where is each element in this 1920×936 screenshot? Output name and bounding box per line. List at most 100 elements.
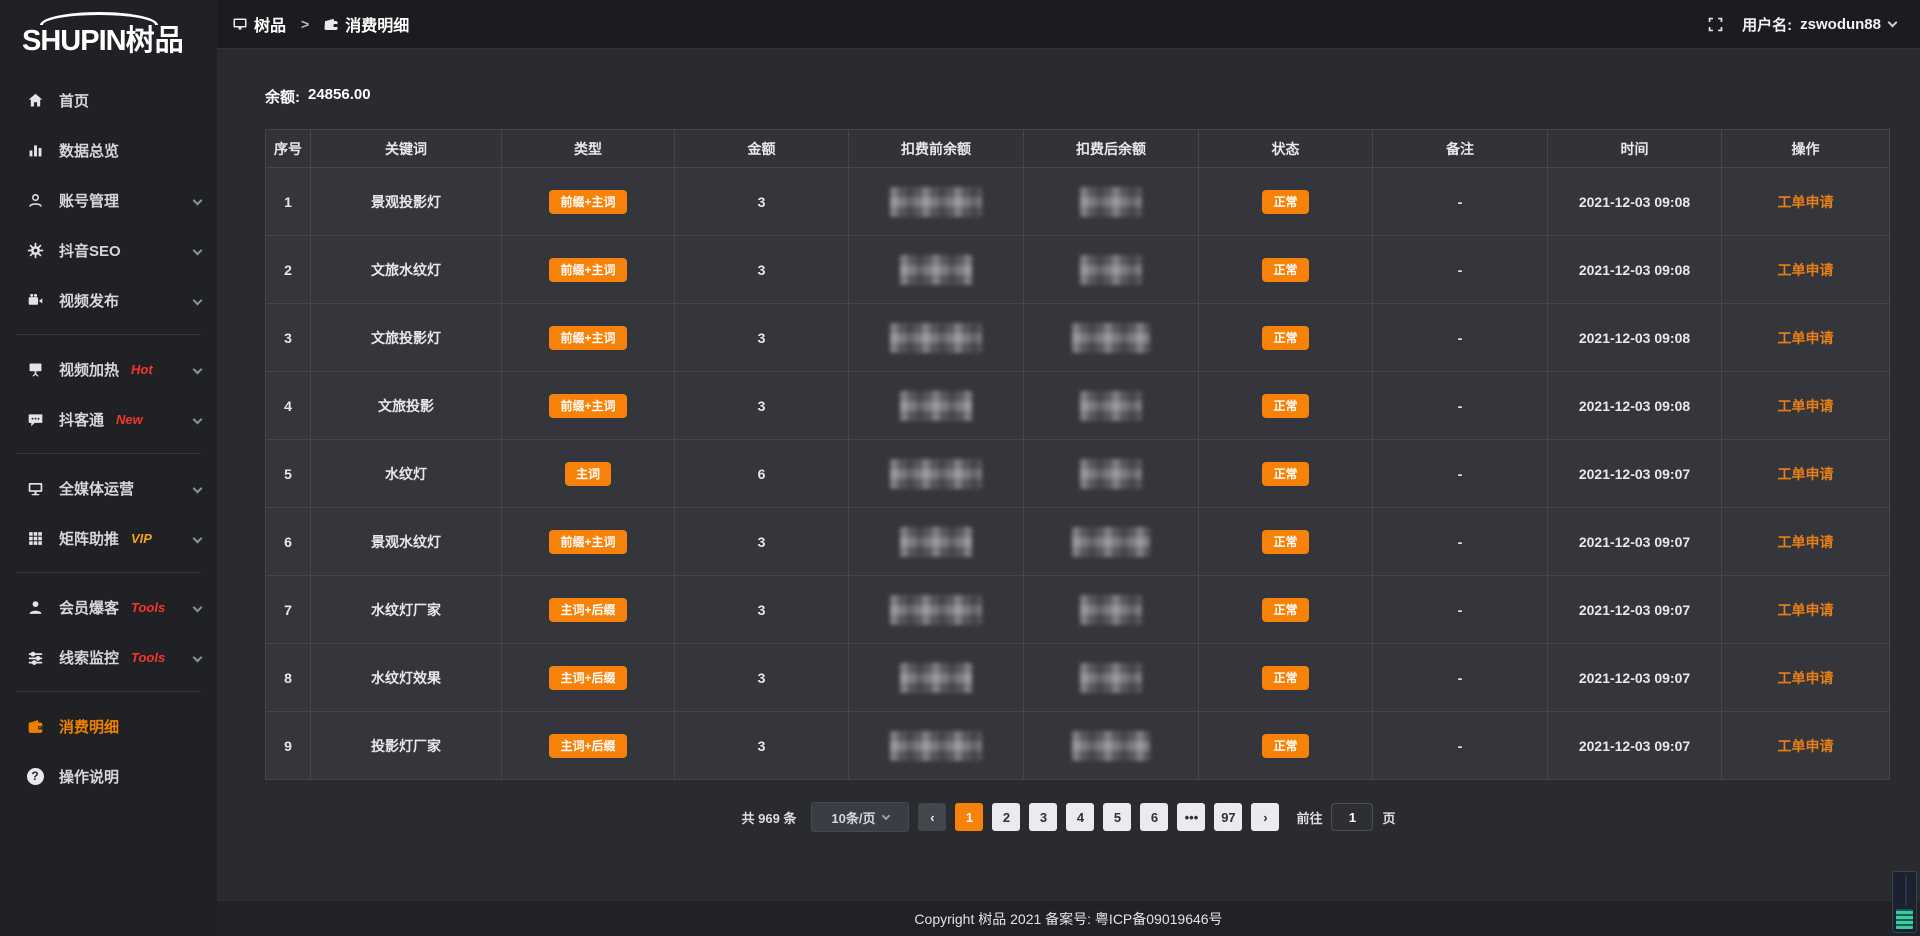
cell-remark: - xyxy=(1373,440,1548,508)
work-order-link[interactable]: 工单申请 xyxy=(1778,398,1834,414)
table-row: 5 水纹灯 主词 6 正常 - 2021-12-03 09:07 工单申请 xyxy=(266,440,1890,508)
page-button-2[interactable]: 2 xyxy=(992,803,1020,831)
brand-name-cn: 树品 xyxy=(126,25,184,57)
sidebar-item-member-burst[interactable]: 会员爆客 Tools xyxy=(0,582,217,632)
chevron-down-icon xyxy=(194,598,201,616)
sidebar-item-label: 抖音SEO xyxy=(59,240,121,261)
work-order-link[interactable]: 工单申请 xyxy=(1778,670,1834,686)
status-badge: 正常 xyxy=(1262,462,1308,486)
cell-amount: 3 xyxy=(675,168,849,236)
status-badge: 正常 xyxy=(1262,394,1308,418)
corner-widget-track xyxy=(1905,876,1913,906)
table-row: 1 景观投影灯 前缀+主词 3 正常 - 2021-12-03 09:08 工单… xyxy=(266,168,1890,236)
type-badge: 主词+后缀 xyxy=(549,666,626,690)
cell-keyword: 景观投影灯 xyxy=(311,168,502,236)
chevron-down-icon xyxy=(882,812,890,820)
work-order-link[interactable]: 工单申请 xyxy=(1778,262,1834,278)
masked-balance-before xyxy=(900,527,972,557)
chevron-down-icon xyxy=(194,191,201,209)
cell-no: 3 xyxy=(266,304,311,372)
sidebar-item-account-management[interactable]: 账号管理 xyxy=(0,175,217,225)
grid-icon xyxy=(26,529,44,547)
sidebar-item-data-overview[interactable]: 数据总览 xyxy=(0,125,217,175)
table-row: 2 文旅水纹灯 前缀+主词 3 正常 - 2021-12-03 09:08 工单… xyxy=(266,236,1890,304)
hot-badge: Hot xyxy=(131,362,153,377)
table-row: 7 水纹灯厂家 主词+后缀 3 正常 - 2021-12-03 09:07 工单… xyxy=(266,576,1890,644)
table-row: 9 投影灯厂家 主词+后缀 3 正常 - 2021-12-03 09:07 工单… xyxy=(266,712,1890,780)
sidebar-item-instructions[interactable]: ? 操作说明 xyxy=(0,751,217,801)
member-icon xyxy=(26,598,44,616)
more-pages-button[interactable]: ••• xyxy=(1177,803,1205,831)
tools-badge: Tools xyxy=(131,600,165,615)
sidebar-item-lead-monitor[interactable]: 线索监控 Tools xyxy=(0,632,217,682)
work-order-link[interactable]: 工单申请 xyxy=(1778,330,1834,346)
col-header-remark: 备注 xyxy=(1373,130,1548,168)
breadcrumb-separator: > xyxy=(301,16,309,32)
work-order-link[interactable]: 工单申请 xyxy=(1778,466,1834,482)
type-badge: 前缀+主词 xyxy=(549,258,626,282)
corner-widget xyxy=(1892,871,1917,933)
cell-remark: - xyxy=(1373,712,1548,780)
page-button-6[interactable]: 6 xyxy=(1140,803,1168,831)
type-badge: 前缀+主词 xyxy=(549,326,626,350)
sidebar-item-label: 消费明细 xyxy=(59,716,119,737)
cell-amount: 6 xyxy=(675,440,849,508)
cell-time: 2021-12-03 09:07 xyxy=(1548,576,1722,644)
monitor-icon xyxy=(26,479,44,497)
table-row: 4 文旅投影 前缀+主词 3 正常 - 2021-12-03 09:08 工单申… xyxy=(266,372,1890,440)
status-badge: 正常 xyxy=(1262,326,1308,350)
balance-label: 余额: xyxy=(265,86,300,107)
breadcrumb-root[interactable]: 树品 xyxy=(254,12,286,36)
col-header-balance-before: 扣费前余额 xyxy=(849,130,1024,168)
username: zswodun88 xyxy=(1800,16,1881,33)
corner-widget-bars xyxy=(1896,909,1913,929)
sidebar-item-label: 会员爆客 xyxy=(59,597,119,618)
user-menu[interactable]: 用户名: zswodun88 xyxy=(1742,14,1896,35)
work-order-link[interactable]: 工单申请 xyxy=(1778,534,1834,550)
footer: Copyright 树品 2021 备案号: 粤ICP备09019646号 xyxy=(217,900,1920,936)
sidebar-item-douyin-seo[interactable]: 抖音SEO xyxy=(0,225,217,275)
cell-amount: 3 xyxy=(675,508,849,576)
sidebar-item-label: 视频发布 xyxy=(59,290,119,311)
masked-balance-after xyxy=(1080,187,1142,217)
goto-page-input[interactable] xyxy=(1331,803,1373,831)
col-header-type: 类型 xyxy=(502,130,675,168)
cell-keyword: 水纹灯效果 xyxy=(311,644,502,712)
sidebar-item-video-publish[interactable]: 视频发布 xyxy=(0,275,217,325)
type-badge: 前缀+主词 xyxy=(549,190,626,214)
masked-balance-after xyxy=(1080,391,1142,421)
sidebar-item-consumption-detail[interactable]: 消费明细 xyxy=(0,701,217,751)
sidebar-item-video-heat[interactable]: 视频加热 Hot xyxy=(0,344,217,394)
prev-page-button[interactable]: ‹ xyxy=(918,803,946,831)
goto-suffix: 页 xyxy=(1382,808,1395,827)
page-button-4[interactable]: 4 xyxy=(1066,803,1094,831)
chevron-down-icon xyxy=(194,291,201,309)
sidebar-divider xyxy=(16,453,201,454)
page-button-97[interactable]: 97 xyxy=(1214,803,1242,831)
cell-keyword: 水纹灯 xyxy=(311,440,502,508)
next-page-button[interactable]: › xyxy=(1251,803,1279,831)
cell-remark: - xyxy=(1373,508,1548,576)
masked-balance-before xyxy=(900,391,972,421)
cell-amount: 3 xyxy=(675,236,849,304)
sidebar-item-matrix-boost[interactable]: 矩阵助推 VIP xyxy=(0,513,217,563)
sidebar: SHUPIN树品 首页 数据总览 账号管理 xyxy=(0,0,217,936)
work-order-link[interactable]: 工单申请 xyxy=(1778,194,1834,210)
page-size-select[interactable]: 10条/页 xyxy=(811,802,909,832)
sidebar-item-doukengtong[interactable]: 抖客通 New xyxy=(0,394,217,444)
fullscreen-icon[interactable] xyxy=(1707,16,1724,33)
status-badge: 正常 xyxy=(1262,190,1308,214)
work-order-link[interactable]: 工单申请 xyxy=(1778,602,1834,618)
type-badge: 主词 xyxy=(565,462,611,486)
page-button-3[interactable]: 3 xyxy=(1029,803,1057,831)
breadcrumb-current: 消费明细 xyxy=(345,12,409,36)
sidebar-item-media-operation[interactable]: 全媒体运营 xyxy=(0,463,217,513)
page-button-1[interactable]: 1 xyxy=(955,803,983,831)
sidebar-item-label: 线索监控 xyxy=(59,647,119,668)
masked-balance-before xyxy=(890,731,982,761)
sidebar-item-home[interactable]: 首页 xyxy=(0,75,217,125)
chevron-down-icon xyxy=(194,479,201,497)
cell-no: 2 xyxy=(266,236,311,304)
work-order-link[interactable]: 工单申请 xyxy=(1778,738,1834,754)
page-button-5[interactable]: 5 xyxy=(1103,803,1131,831)
